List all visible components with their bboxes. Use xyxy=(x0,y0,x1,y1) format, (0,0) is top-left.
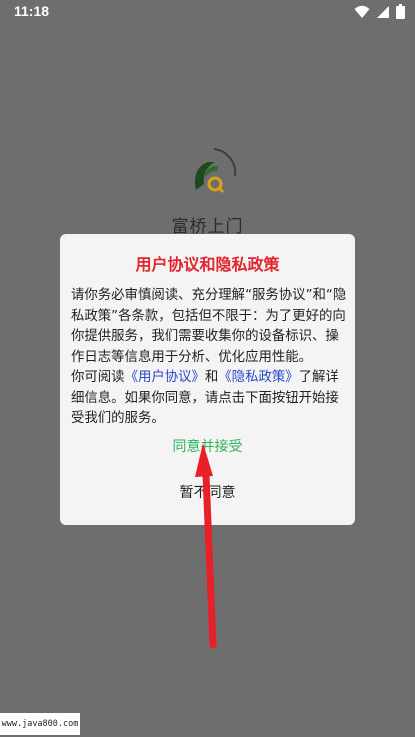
app-logo-icon xyxy=(184,146,240,202)
dialog-title: 用户协议和隐私政策 xyxy=(135,255,280,274)
wifi-icon xyxy=(354,4,370,23)
paragraph-2-and: 和 xyxy=(204,370,219,385)
user-agreement-link[interactable]: 《用户协议》 xyxy=(125,370,205,385)
dialog-paragraph-2: 你可阅读《用户协议》和《隐私政策》了解详细信息。如果你同意，请点击下面按钮开始接… xyxy=(71,368,347,430)
status-icons xyxy=(354,4,405,23)
paragraph-2-prefix: 你可阅读 xyxy=(71,370,125,385)
decline-button[interactable]: 暂不同意 xyxy=(60,480,355,506)
signal-icon xyxy=(376,4,390,23)
agree-button[interactable]: 同意并接受 xyxy=(60,434,355,460)
status-time: 11:18 xyxy=(14,3,50,19)
dialog-paragraph-1: 请你务必审慎阅读、充分理解“服务协议”和“隐私政策”各条款，包括但不限于：为了更… xyxy=(71,288,347,365)
privacy-policy-link[interactable]: 《隐私政策》 xyxy=(218,370,298,385)
status-bar: 11:18 xyxy=(0,0,415,24)
dialog-body: 请你务必审慎阅读、充分理解“服务协议”和“隐私政策”各条款，包括但不限于：为了更… xyxy=(71,286,347,430)
watermark: www.java800.com xyxy=(0,713,80,735)
privacy-dialog: 用户协议和隐私政策 请你务必审慎阅读、充分理解“服务协议”和“隐私政策”各条款，… xyxy=(60,234,355,525)
battery-icon xyxy=(396,4,405,23)
